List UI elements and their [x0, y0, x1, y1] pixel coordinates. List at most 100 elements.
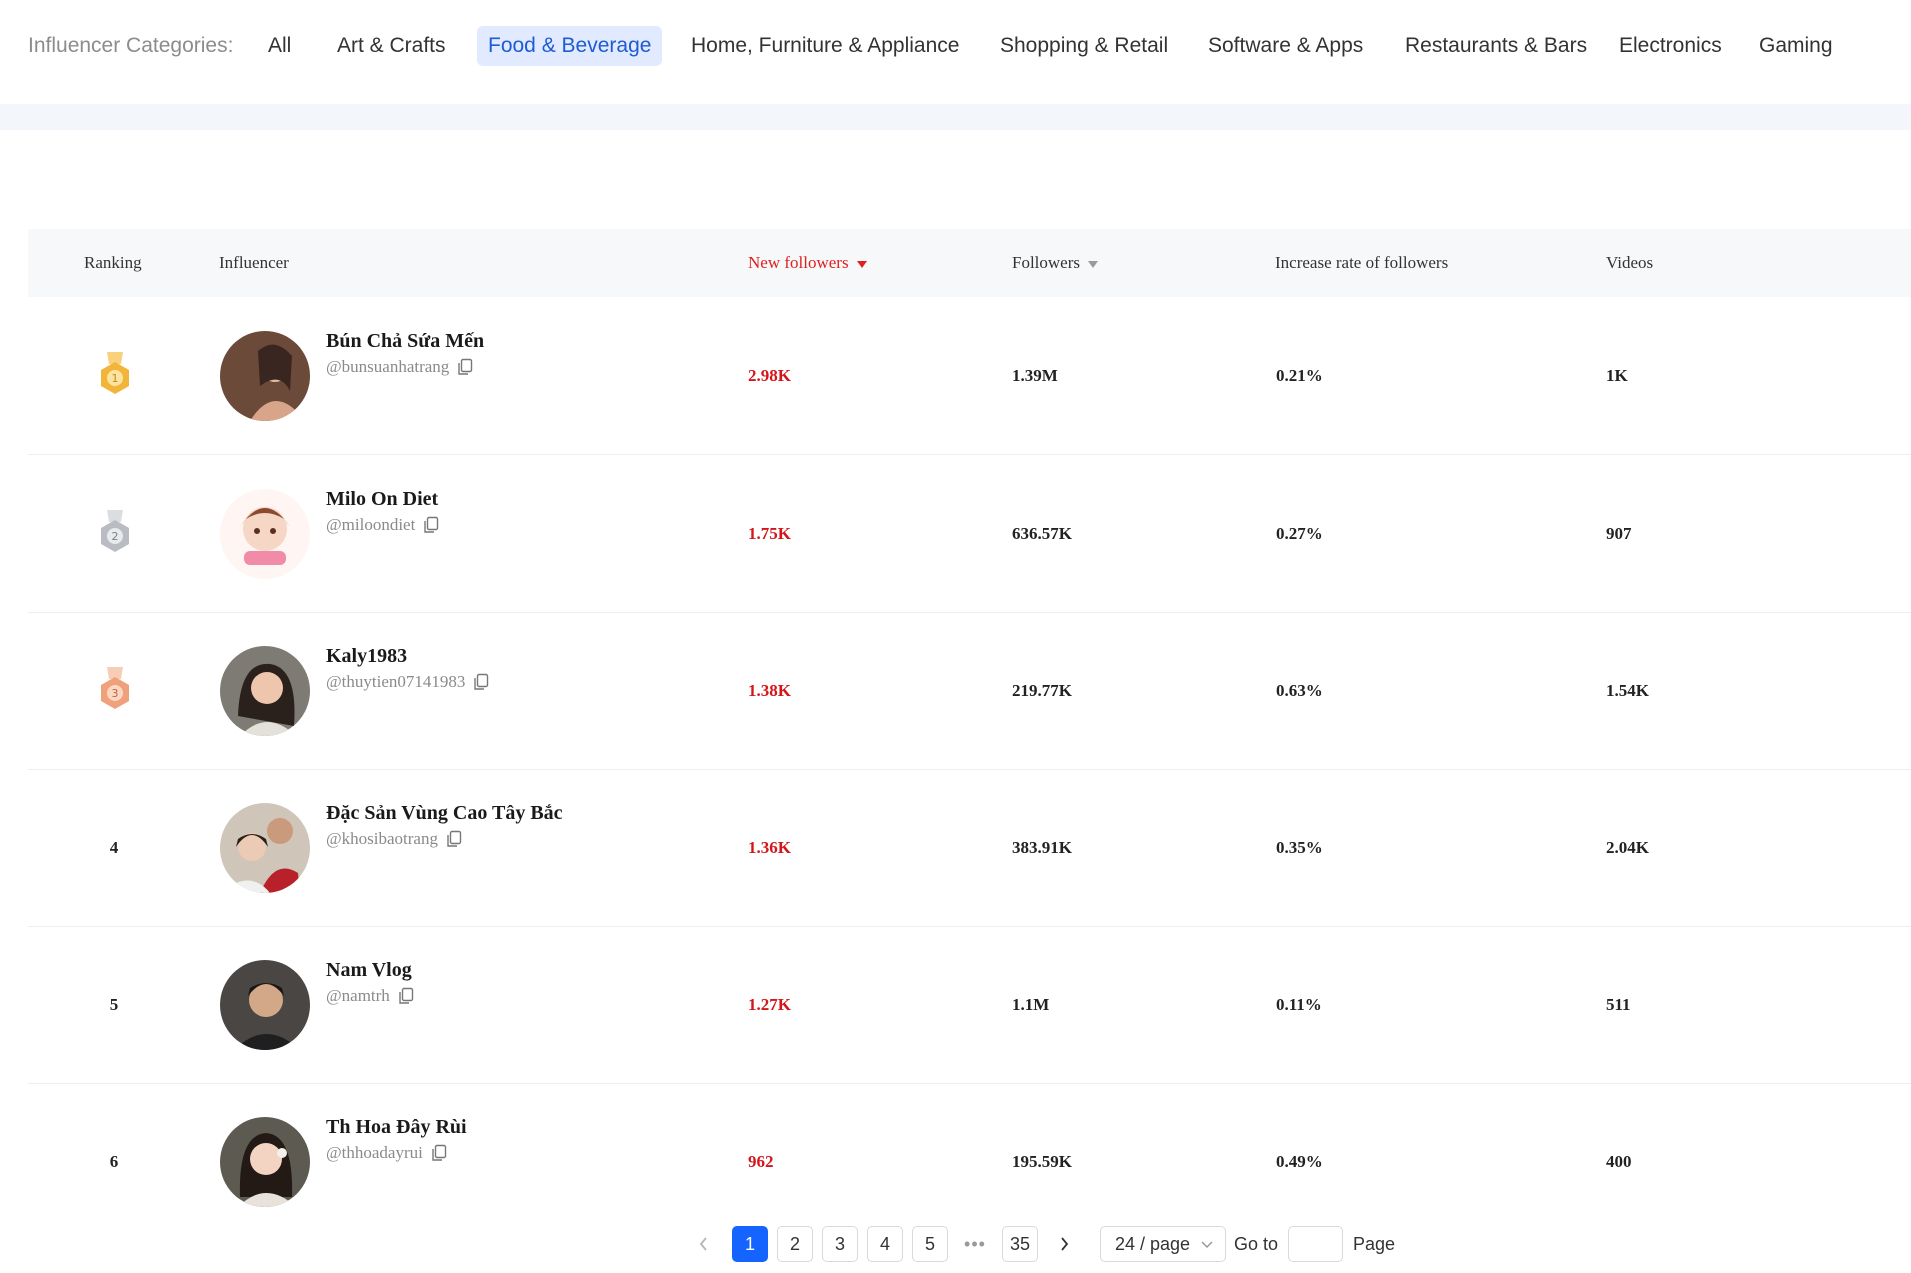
videos-value: 400 [1606, 1151, 1632, 1171]
category-food-beverage[interactable]: Food & Beverage [477, 26, 663, 66]
followers-value: 636.57K [1012, 523, 1072, 543]
influencer-name[interactable]: Kaly1983 [326, 645, 407, 668]
followers-value: 383.91K [1012, 837, 1072, 857]
influencer-handle: @thhoadayrui [326, 1143, 447, 1163]
page-button-2[interactable]: 2 [777, 1226, 813, 1262]
avatar-image [220, 488, 310, 579]
avatar-image [220, 645, 310, 736]
videos-value: 907 [1606, 523, 1632, 543]
page-label: Page [1353, 1234, 1396, 1254]
bronze-medal-icon: 3 [101, 666, 129, 709]
page-size-value: 24 / page [1115, 1233, 1191, 1254]
category-electronics[interactable]: Electronics [1608, 26, 1733, 66]
category-restaurants-bars[interactable]: Restaurants & Bars [1394, 26, 1598, 66]
influencer-handle: @thuytien07141983 [326, 672, 489, 692]
chevron-down-icon [1201, 1241, 1213, 1249]
new-followers-value: 1.75K [748, 523, 791, 543]
category-shopping-retail[interactable]: Shopping & Retail [989, 26, 1179, 66]
influencer-name[interactable]: Th Hoa Đây Rùi [326, 1116, 467, 1139]
svg-text:3: 3 [112, 687, 119, 700]
rank-number: 5 [109, 994, 119, 1014]
chevron-right-icon [1061, 1237, 1069, 1251]
videos-value: 1K [1606, 365, 1628, 385]
header-increase-rate: Increase rate of followers [1275, 253, 1449, 272]
page-button-5[interactable]: 5 [912, 1226, 948, 1262]
table-row[interactable]: 6 Th Hoa Đây Rùi @thhoadayrui 962 195.59… [28, 1083, 1911, 1240]
followers-value: 1.1M [1012, 994, 1050, 1014]
table-row[interactable]: 1 Bún Chả Sứa Mến @bunsuanhatrang 2.98K … [28, 297, 1911, 455]
followers-value: 219.77K [1012, 680, 1072, 700]
sort-desc-icon [856, 260, 867, 268]
header-ranking: Ranking [84, 253, 142, 272]
header-new-followers[interactable]: New followers [748, 253, 867, 273]
category-art-crafts[interactable]: Art & Crafts [326, 26, 457, 66]
influencer-handle-text: @khosibaotrang [326, 829, 438, 848]
avatar[interactable] [220, 802, 310, 893]
header-followers-label: Followers [1012, 253, 1080, 272]
svg-text:2: 2 [112, 530, 119, 543]
copy-icon[interactable] [423, 516, 439, 534]
table-row[interactable]: 3 Kaly1983 @thuytien07141983 1.38K 219.7… [28, 612, 1911, 770]
next-page-button[interactable] [1050, 1226, 1078, 1262]
influencer-name[interactable]: Bún Chả Sứa Mến [326, 330, 484, 353]
category-gaming[interactable]: Gaming [1748, 26, 1844, 66]
influencer-name[interactable]: Milo On Diet [326, 488, 438, 511]
header-followers[interactable]: Followers [1012, 253, 1098, 273]
influencer-handle-text: @thuytien07141983 [326, 672, 466, 691]
table-row[interactable]: 4 Đặc Sản Vùng Cao Tây Bắc @khosibaotran… [28, 769, 1911, 927]
section-divider-band [0, 104, 1911, 130]
videos-value: 2.04K [1606, 837, 1649, 857]
influencer-handle-text: @bunsuanhatrang [326, 357, 450, 376]
category-all[interactable]: All [257, 26, 302, 66]
header-videos: Videos [1606, 253, 1654, 272]
sort-desc-icon [1088, 260, 1098, 268]
avatar[interactable] [220, 959, 310, 1050]
increase-rate-value: 0.35% [1276, 837, 1323, 857]
copy-icon[interactable] [473, 673, 489, 691]
new-followers-value: 1.36K [748, 837, 791, 857]
influencer-handle: @khosibaotrang [326, 829, 462, 849]
increase-rate-value: 0.27% [1276, 523, 1323, 543]
page-ellipsis[interactable]: ••• [960, 1226, 990, 1262]
avatar[interactable] [220, 1116, 310, 1207]
chevron-left-icon [699, 1237, 707, 1251]
category-home-furniture-appliance[interactable]: Home, Furniture & Appliance [680, 26, 970, 66]
influencer-name[interactable]: Đặc Sản Vùng Cao Tây Bắc [326, 802, 563, 825]
new-followers-value: 1.27K [748, 994, 791, 1014]
table-row[interactable]: 2 Milo On Diet @miloondiet 1.75K 636.57K… [28, 455, 1911, 613]
copy-icon[interactable] [398, 987, 414, 1005]
silver-medal-icon: 2 [101, 509, 129, 552]
avatar[interactable] [220, 488, 310, 579]
copy-icon[interactable] [431, 1144, 447, 1162]
influencer-name[interactable]: Nam Vlog [326, 959, 412, 982]
page-button-3[interactable]: 3 [822, 1226, 858, 1262]
rank-number: 4 [109, 837, 119, 857]
new-followers-value: 962 [748, 1151, 774, 1171]
avatar[interactable] [220, 645, 310, 736]
table-row[interactable]: 5 Nam Vlog @namtrh 1.27K 1.1M 0.11% 511 [28, 926, 1911, 1084]
influencer-handle: @bunsuanhatrang [326, 357, 473, 377]
videos-value: 511 [1606, 994, 1631, 1014]
copy-icon[interactable] [457, 358, 473, 376]
category-bar: Influencer Categories: All Art & Crafts … [0, 0, 1911, 92]
copy-icon[interactable] [446, 830, 462, 848]
goto-page-input[interactable] [1288, 1226, 1343, 1262]
page-button-1[interactable]: 1 [732, 1226, 768, 1262]
avatar[interactable] [220, 330, 310, 421]
videos-value: 1.54K [1606, 680, 1649, 700]
gold-medal-icon: 1 [101, 351, 129, 394]
avatar-image [220, 1116, 310, 1207]
goto-label: Go to [1234, 1234, 1279, 1254]
avatar-image [220, 330, 310, 421]
increase-rate-value: 0.21% [1276, 365, 1323, 385]
influencer-handle-text: @thhoadayrui [326, 1143, 423, 1162]
pagination: 1 2 3 4 5 ••• 35 24 / page Go to Page [0, 1226, 1911, 1266]
category-software-apps[interactable]: Software & Apps [1197, 26, 1374, 66]
header-influencer: Influencer [219, 253, 289, 272]
influencer-handle-text: @miloondiet [326, 515, 416, 534]
page-size-select[interactable]: 24 / page [1100, 1226, 1226, 1262]
page-button-4[interactable]: 4 [867, 1226, 903, 1262]
prev-page-button[interactable] [690, 1226, 718, 1262]
page-button-last[interactable]: 35 [1002, 1226, 1038, 1262]
influencer-handle: @miloondiet [326, 515, 439, 535]
